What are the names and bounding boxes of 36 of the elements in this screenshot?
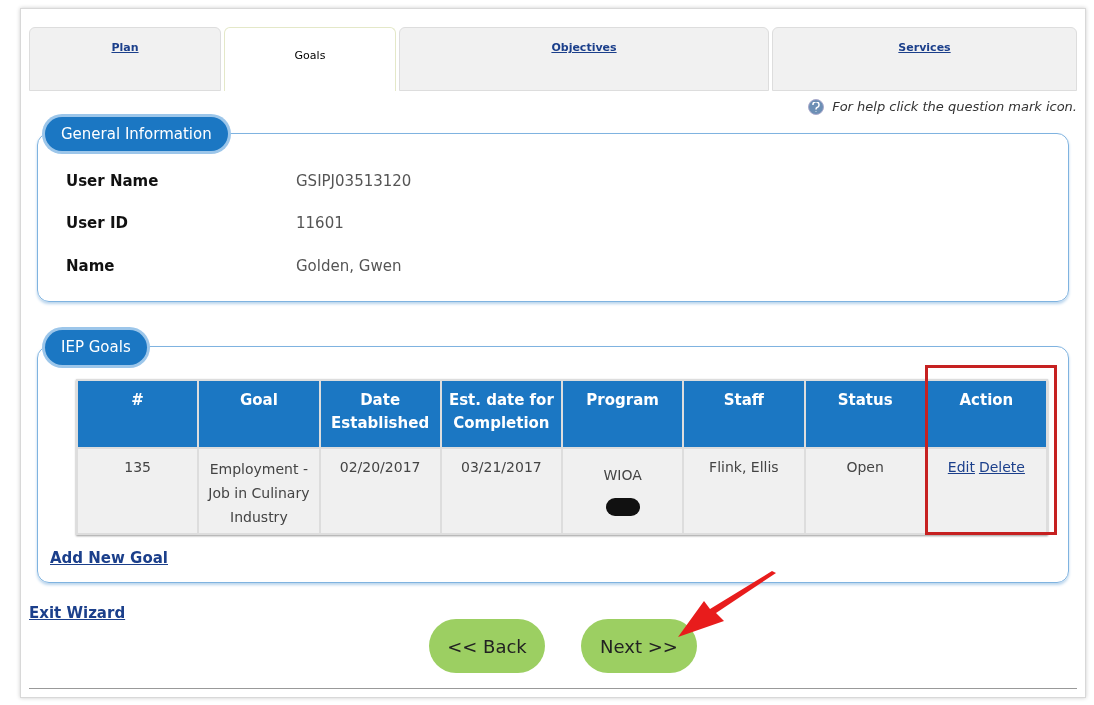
help-text: For help click the question mark icon. bbox=[832, 98, 1077, 116]
column-header: Goal bbox=[199, 381, 319, 447]
table-cell: Employment - Job in Culinary Industry bbox=[199, 449, 319, 533]
column-header: Date Established bbox=[320, 381, 440, 447]
table-cell: Open bbox=[805, 449, 925, 533]
field-label: User Name bbox=[66, 170, 160, 192]
table-cell: 135 bbox=[78, 449, 198, 533]
column-header: # bbox=[78, 381, 198, 447]
back-button[interactable]: << Back bbox=[429, 619, 545, 673]
column-header: Staff bbox=[684, 381, 804, 447]
table-cell: 02/20/2017 bbox=[320, 449, 440, 533]
table-cell-text: WIOA bbox=[603, 466, 642, 485]
field-label: User ID bbox=[66, 213, 129, 234]
next-button[interactable]: Next >> bbox=[581, 619, 697, 673]
field-value: 11601 bbox=[296, 213, 344, 234]
field-label: Name bbox=[66, 255, 116, 277]
tab[interactable]: Plan bbox=[29, 27, 221, 91]
add-goal-link[interactable]: Add New Goal bbox=[50, 547, 168, 570]
tab[interactable]: Objectives bbox=[399, 27, 769, 91]
action-link[interactable]: Edit bbox=[947, 457, 975, 478]
table-cell: 03/21/2017 bbox=[441, 449, 561, 533]
action-link[interactable]: Delete bbox=[978, 457, 1025, 478]
field-value: GSIPJ03513120 bbox=[296, 170, 412, 192]
help-icon[interactable] bbox=[808, 98, 825, 115]
program-pill-icon bbox=[605, 498, 640, 516]
field-value: Golden, Gwen bbox=[296, 255, 402, 277]
column-header: Action bbox=[926, 381, 1046, 447]
column-header: Est. date for Completion bbox=[441, 381, 561, 447]
panel-title: General Information bbox=[45, 116, 228, 151]
tab[interactable]: Services bbox=[772, 27, 1077, 91]
column-header: Program bbox=[563, 381, 683, 447]
table-cell: Flink, Ellis bbox=[684, 449, 804, 533]
exit-wizard-link[interactable]: Exit Wizard bbox=[29, 604, 126, 622]
panel-title: IEP Goals bbox=[45, 330, 147, 365]
column-header: Status bbox=[805, 381, 925, 447]
tab[interactable]: Goals bbox=[224, 27, 396, 91]
